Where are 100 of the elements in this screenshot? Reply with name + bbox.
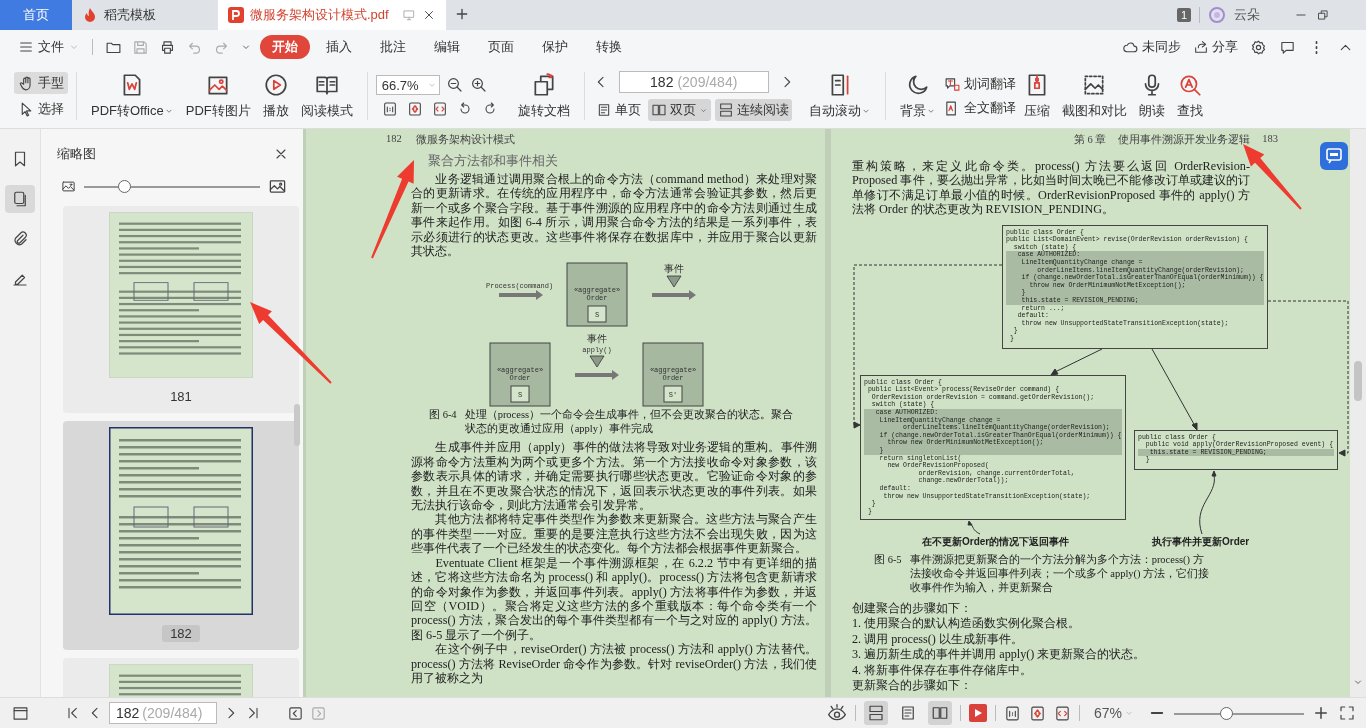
scrollbar-thumb[interactable] (294, 404, 300, 446)
state-box (587, 305, 607, 323)
scrollbar-thumb[interactable] (1354, 361, 1362, 401)
back-icon[interactable] (287, 704, 304, 722)
zoom-field[interactable]: 66.7% (375, 75, 440, 95)
toolbar-button[interactable]: 背景 (893, 70, 942, 122)
list-item: 3. 遍历新生成的事件并调用 apply() 来更新聚合的状态。 (852, 647, 1147, 663)
toolbar-button[interactable]: PDF转图片 (179, 70, 257, 122)
close-icon[interactable] (422, 8, 436, 22)
rotate-button[interactable]: 旋转文档 (511, 70, 576, 122)
plus-icon[interactable] (1312, 704, 1330, 722)
play-icon (972, 708, 983, 718)
chapter-label: 第 6 章 (1073, 133, 1107, 147)
continuous-page-icon (866, 704, 885, 722)
ribbon-tab[interactable]: 批注 (368, 35, 418, 59)
arrow (652, 290, 696, 301)
view-button[interactable]: 连续阅读 (714, 99, 792, 121)
slider-thumb[interactable] (118, 180, 132, 193)
view-mode-button[interactable] (863, 701, 888, 725)
diagram-label: 事件 (587, 333, 607, 345)
translate-button[interactable]: 划词翻译 (941, 74, 1018, 94)
fit-page-icon[interactable] (406, 101, 423, 117)
page-number-label: 181 (169, 388, 193, 405)
eye-icon[interactable] (826, 703, 847, 723)
toolbar-button[interactable]: 播放 (256, 70, 295, 122)
ribbon-tab[interactable]: 转换 (584, 35, 634, 59)
leader-line (967, 520, 981, 535)
thumbnail-card[interactable]: 182 (63, 421, 299, 650)
actual-size-icon[interactable] (381, 101, 398, 117)
share-button[interactable]: 分享 (1193, 38, 1238, 56)
panel-title: 缩略图 (57, 145, 96, 163)
page-number: 183 (1262, 133, 1278, 146)
play-button[interactable] (968, 704, 987, 722)
file-menu[interactable]: 文件 (14, 36, 84, 58)
double-page-icon (930, 704, 949, 722)
zoom-out-icon[interactable] (445, 76, 464, 94)
ribbon-tab[interactable]: 编辑 (422, 35, 472, 59)
translate-button[interactable]: 全文翻译 (941, 98, 1018, 118)
view-mode-button[interactable] (927, 701, 952, 725)
fit-page-icon[interactable] (1028, 704, 1046, 722)
view-button[interactable]: 单页 (592, 99, 644, 121)
size-slider[interactable] (84, 180, 260, 193)
figure-caption: 事件溯源把更新聚合的一个方法分解为多个方法：process() 方法接收命令并返回事件列表；一个或多个 apply() 方法，它们接收事件作为输入，并更新聚合 (909, 552, 1210, 595)
restore-icon[interactable] (1316, 8, 1330, 22)
actual-size-icon[interactable] (1003, 704, 1021, 722)
figure-caption: 处理（process）一个命令会生成事件，但不会更改聚合的状态。聚合状态的更改通过应用（apply）事件完成 (464, 408, 795, 437)
thumbnail-card[interactable]: 181 (63, 206, 299, 413)
caption-label: 图 6-4 (429, 408, 457, 423)
paragraph: 生成事件并应用（apply）事件的做法将导致对业务逻辑的重构。事件溯源将命令方法重构为两个或更多个方法。第一个方法接收命令对象参数，该参数表示具体的请求，并确定需要执行哪些状态更改。它验证命令对象的参数，并且在不更改聚合状态的情况下，返回表示状态更改的事件列表。如果无法执行该命令，则此方法通常会引发异常。 (411, 440, 817, 513)
fit-width-icon[interactable] (1053, 704, 1071, 722)
diagram-note: 在不更新Order的情况下返回事件 (922, 534, 1070, 549)
double-page-icon (650, 102, 667, 118)
toolbar-button[interactable]: PDF转Office (85, 70, 180, 122)
list-item: 2. 调用 process() 以生成新事件。 (852, 631, 1024, 648)
fit-width-icon[interactable] (431, 101, 448, 117)
page-field[interactable]: 182 (209/484) (618, 71, 769, 93)
monitor-icon (402, 8, 416, 22)
ribbon-tab[interactable]: 开始 (260, 35, 310, 59)
ribbon-tab[interactable]: 插入 (314, 35, 364, 59)
assistant-button[interactable] (1320, 142, 1348, 170)
image-icon[interactable] (61, 179, 76, 194)
zoom-slider[interactable] (1174, 706, 1304, 720)
user-name[interactable]: 云朵 (1234, 6, 1260, 24)
caption-label: 图 6-5 (874, 552, 902, 567)
ribbon-tab[interactable]: 保护 (530, 35, 580, 59)
sidebar-tab[interactable] (5, 185, 35, 213)
menu-icon (18, 39, 34, 55)
state-box (663, 385, 683, 403)
tool-mode-button[interactable]: 选择 (14, 98, 68, 120)
running-title: 使用事件溯源开发业务逻辑 (1118, 133, 1251, 147)
sync-button[interactable]: 未同步 (1122, 38, 1181, 56)
paragraph: 其他方法都将特定事件类型作为参数来更新聚合。这些方法与聚合产生的事件类型一一对应。重要的是要注意执行这些方法不会出现失败，因为这些事件代表了一个已经发生的状态变化。每个方法都会根据事件更新聚合。 (411, 512, 817, 556)
slider-thumb[interactable] (1220, 706, 1233, 720)
chat-icon (1325, 147, 1343, 165)
toolbar-button[interactable]: 阅读模式 (294, 70, 359, 122)
printer-icon[interactable] (159, 38, 176, 56)
share-icon (1193, 39, 1209, 55)
toolbar-button[interactable]: 截图和对比 (1055, 70, 1133, 122)
toolbar-button[interactable]: 朗读 (1132, 70, 1171, 122)
view-button[interactable]: 双页 (647, 99, 711, 121)
settings-icon[interactable] (1250, 38, 1267, 56)
ribbon-tab[interactable]: 页面 (476, 35, 526, 59)
diagram-label: 事件 (664, 263, 684, 275)
toolbar-button[interactable]: 自动滚动 (802, 70, 877, 122)
sidebar-icon[interactable] (12, 704, 29, 722)
aggregate-box (642, 342, 704, 407)
image-icon[interactable] (268, 177, 287, 196)
event-marker (589, 356, 605, 368)
page-field[interactable]: 182 (209/484) (109, 702, 217, 724)
arrow (499, 290, 543, 301)
toolbar-button[interactable]: 压缩 (1017, 70, 1056, 122)
home-tab[interactable]: 首页 (0, 0, 72, 30)
leader-line (1199, 470, 1217, 535)
document-tab[interactable]: 微服务架构设计模式.pdf (218, 0, 446, 30)
fullscreen-icon[interactable] (1338, 704, 1356, 722)
zoom-in-icon[interactable] (469, 76, 488, 94)
toolbar-button[interactable]: 查找 (1170, 70, 1209, 122)
zoom-dropdown[interactable]: 67% (1087, 704, 1140, 722)
tool-mode-button[interactable]: 手型 (14, 72, 68, 94)
count-badge: 1 (1176, 8, 1191, 22)
